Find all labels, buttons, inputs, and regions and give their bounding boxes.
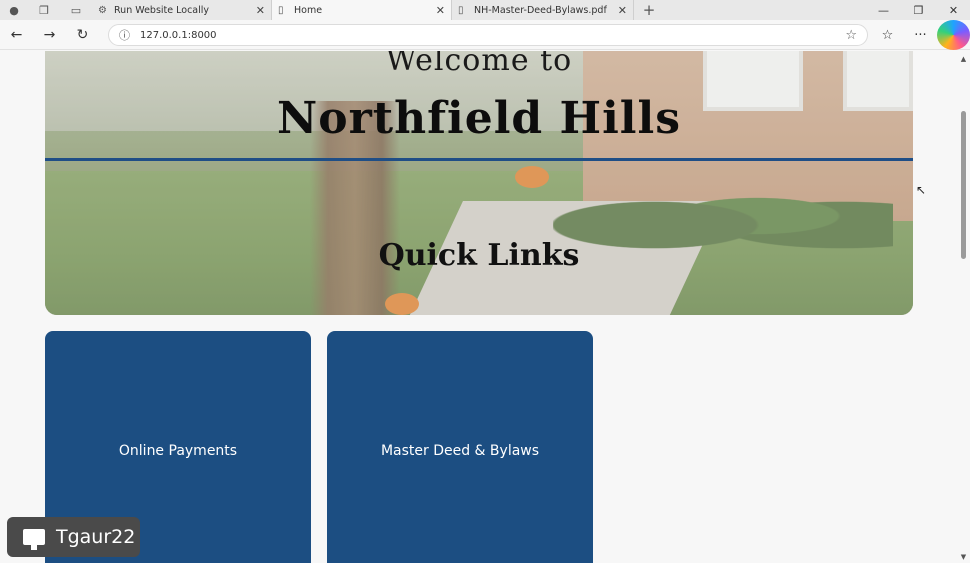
card-label[interactable]: Master Deed & Bylaws	[381, 443, 539, 459]
settings-icon: ⚙	[98, 4, 107, 16]
tab-home[interactable]: ▯ Home ✕	[272, 0, 452, 20]
tab-master-deed-pdf[interactable]: ▯ NH-Master-Deed-Bylaws.pdf ✕	[452, 0, 634, 20]
scroll-thumb[interactable]	[961, 111, 966, 259]
mouse-cursor-icon: ↖	[916, 183, 927, 197]
tab-actions-icon[interactable]: ▭	[60, 0, 92, 20]
page-viewport: Welcome to Northfield Hills Quick Links …	[0, 51, 957, 563]
tab-title: Run Website Locally	[114, 4, 210, 16]
profile-icon[interactable]: ●	[0, 0, 28, 20]
favorite-star-icon[interactable]: ☆	[845, 28, 857, 43]
vertical-scrollbar[interactable]: ▲ ▼	[957, 51, 970, 563]
forward-icon[interactable]: →	[33, 20, 66, 50]
tab-title: NH-Master-Deed-Bylaws.pdf	[474, 4, 607, 16]
hero-title: Northfield Hills	[277, 93, 681, 144]
browser-tools: ☆ ···	[871, 20, 970, 50]
user-badge: Tgaur22	[7, 517, 140, 557]
page-icon: ▯	[458, 4, 464, 16]
favorites-icon[interactable]: ☆	[871, 20, 904, 50]
close-icon[interactable]: ✕	[618, 4, 627, 17]
page-icon: ▯	[278, 4, 284, 16]
user-name: Tgaur22	[56, 526, 136, 548]
tab-run-website-locally[interactable]: ⚙ Run Website Locally ✕	[92, 0, 272, 20]
address-toolbar: ← → ↻ ⓘ 127.0.0.1:8000 ☆ ☆ ···	[0, 20, 970, 50]
new-tab-icon[interactable]: +	[634, 0, 664, 20]
scroll-down-icon[interactable]: ▼	[959, 552, 968, 561]
address-text[interactable]: 127.0.0.1:8000	[140, 30, 217, 41]
more-icon[interactable]: ···	[904, 20, 937, 50]
restore-icon[interactable]: ❐	[901, 0, 936, 20]
scroll-up-icon[interactable]: ▲	[959, 54, 968, 63]
close-window-icon[interactable]: ✕	[936, 0, 970, 20]
copilot-icon[interactable]	[937, 20, 970, 50]
close-icon[interactable]: ✕	[256, 4, 265, 17]
tab-title: Home	[294, 4, 323, 16]
workspaces-icon[interactable]: ❐	[28, 0, 60, 20]
quick-links-heading: Quick Links	[378, 238, 580, 273]
info-icon[interactable]: ⓘ	[119, 27, 130, 43]
address-bar[interactable]: ⓘ 127.0.0.1:8000 ☆	[108, 24, 868, 46]
minimize-icon[interactable]: —	[866, 0, 901, 20]
hero-divider	[45, 158, 913, 161]
hero-banner: Welcome to Northfield Hills Quick Links	[45, 51, 913, 315]
refresh-icon[interactable]: ↻	[66, 20, 99, 50]
card-label[interactable]: Online Payments	[119, 443, 237, 459]
close-icon[interactable]: ✕	[436, 4, 445, 17]
monitor-icon	[23, 529, 45, 550]
master-deed-bylaws-card[interactable]: Master Deed & Bylaws	[327, 331, 593, 563]
tab-bar: ● ❐ ▭ ⚙ Run Website Locally ✕ ▯ Home ✕ ▯…	[0, 0, 970, 20]
back-icon[interactable]: ←	[0, 20, 33, 50]
hero-welcome-text: Welcome to	[385, 51, 573, 78]
